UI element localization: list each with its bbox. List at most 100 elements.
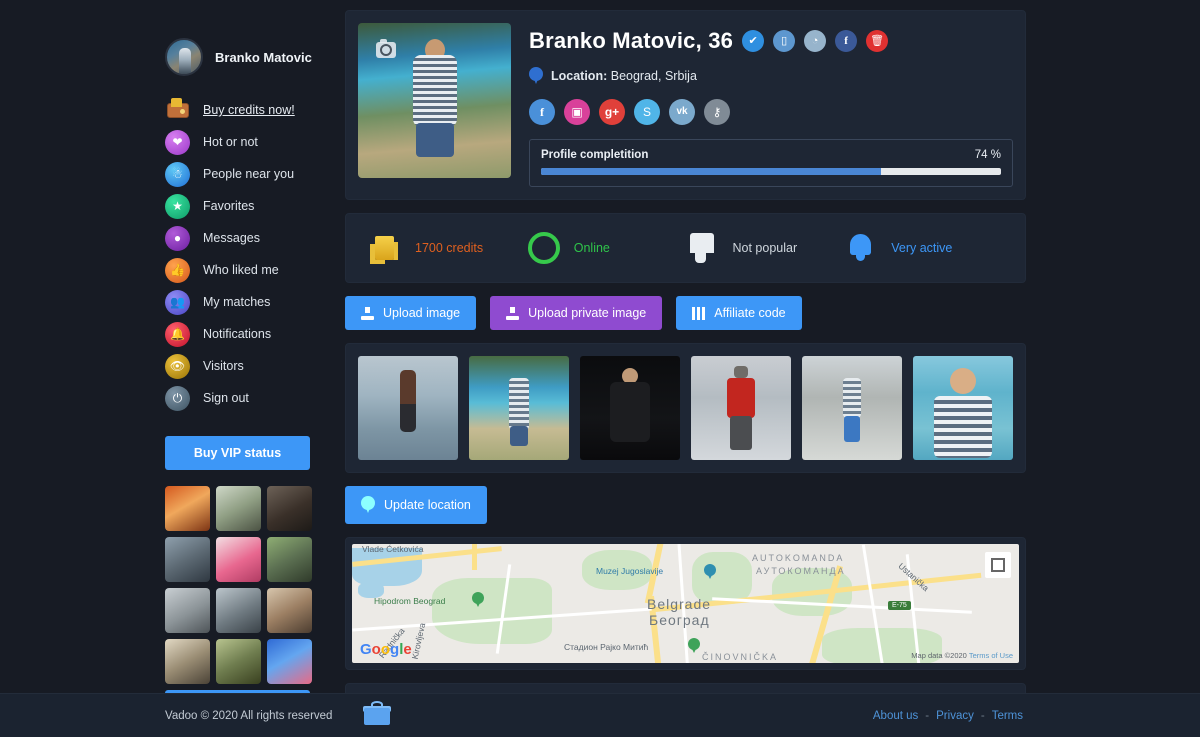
message-icon: ●: [165, 225, 190, 251]
sidebar-item-sign-out[interactable]: ⏻ Sign out: [165, 382, 340, 414]
profile-header-card: Branko Matovic, 36 ✔ ▯ ◔ f 🗑 Location: B…: [345, 10, 1026, 200]
gallery-photo-3[interactable]: [580, 356, 680, 460]
verified-badge[interactable]: ✔: [742, 30, 765, 52]
sidebar-item-label: Sign out: [203, 391, 249, 405]
camera-icon[interactable]: [376, 39, 396, 58]
affiliate-code-label: Affiliate code: [714, 306, 786, 320]
featured-thumbnail[interactable]: [216, 588, 261, 633]
private-key-link[interactable]: ⚷: [704, 99, 730, 125]
sidebar-item-label: My matches: [203, 295, 271, 309]
facebook-verified-badge[interactable]: f: [835, 30, 858, 52]
delete-profile-badge[interactable]: 🗑: [866, 30, 889, 52]
footer-separator: -: [980, 709, 985, 722]
bell-icon: [844, 231, 878, 265]
sidebar-item-visitors[interactable]: 👁 Visitors: [165, 350, 340, 382]
sidebar-item-label: Who liked me: [203, 263, 279, 277]
featured-thumbnail[interactable]: [267, 588, 312, 633]
profile-name-row: Branko Matovic, 36 ✔ ▯ ◔ f 🗑: [529, 28, 1013, 54]
location-row: Location: Beograd, Srbija: [529, 67, 1013, 85]
update-location-button[interactable]: Update location: [345, 486, 487, 524]
upload-icon: [361, 306, 374, 320]
map-marker-stadium[interactable]: [688, 638, 700, 653]
online-stat[interactable]: Online: [527, 231, 686, 265]
about-us-link[interactable]: About us: [873, 710, 918, 722]
vk-link[interactable]: vk: [669, 99, 695, 125]
online-face-icon: [527, 231, 561, 265]
fullscreen-icon[interactable]: [985, 552, 1011, 578]
featured-thumbnail[interactable]: [165, 486, 210, 531]
skype-link[interactable]: S: [634, 99, 660, 125]
popularity-stat[interactable]: Not popular: [686, 231, 845, 265]
map-marker-museum[interactable]: [704, 564, 716, 579]
credits-stat[interactable]: 1700 credits: [368, 231, 527, 265]
featured-thumbnail[interactable]: [216, 639, 261, 684]
sidebar-item-hot-or-not[interactable]: ❤ Hot or not: [165, 126, 340, 158]
location-text: Location: Beograd, Srbija: [551, 69, 697, 83]
map-label: ČINOVNIČKA: [702, 652, 779, 662]
facebook-link[interactable]: f: [529, 99, 555, 125]
location-pin-icon: [361, 496, 375, 514]
sidebar-item-notifications[interactable]: 🔔 Notifications: [165, 318, 340, 350]
featured-thumbnail-grid: [165, 486, 312, 684]
map-terms-link[interactable]: Terms of Use: [969, 651, 1013, 660]
location-map-card: Vlade Ćetkovića Hipodrom Beograd Muzej J…: [345, 537, 1026, 670]
gallery-photo-1[interactable]: [358, 356, 458, 460]
map-label: AUTOKOMANDA: [752, 553, 845, 563]
map[interactable]: Vlade Ćetkovića Hipodrom Beograd Muzej J…: [352, 544, 1019, 663]
photo-torso: [412, 55, 457, 127]
featured-thumbnail[interactable]: [267, 639, 312, 684]
gallery-photo-2[interactable]: [469, 356, 569, 460]
profile-completion-head: Profile completition 74 %: [541, 149, 1001, 161]
gallery-photo-5[interactable]: [802, 356, 902, 460]
sidebar-item-my-matches[interactable]: 👥 My matches: [165, 286, 340, 318]
featured-thumbnail[interactable]: [267, 537, 312, 582]
instagram-link[interactable]: ▣: [564, 99, 590, 125]
activity-stat[interactable]: Very active: [844, 231, 1003, 265]
phone-verified-badge[interactable]: ▯: [773, 30, 796, 52]
sidebar-item-people-near-you[interactable]: ☃ People near you: [165, 158, 340, 190]
terms-link[interactable]: Terms: [992, 710, 1023, 722]
photo-verified-badge[interactable]: ◔: [804, 30, 827, 52]
featured-thumbnail[interactable]: [165, 639, 210, 684]
app-root: Branko Matovic Buy credits now! ❤ Hot or…: [0, 0, 1200, 737]
upload-private-image-button[interactable]: Upload private image: [490, 296, 663, 330]
update-location-label: Update location: [384, 498, 471, 512]
buy-vip-status-button[interactable]: Buy VIP status: [165, 436, 310, 470]
sidebar-item-label: People near you: [203, 167, 295, 181]
footer-separator: -: [925, 709, 930, 722]
affiliate-icon: [692, 306, 706, 320]
featured-thumbnail[interactable]: [216, 486, 261, 531]
profile-completion-track: [541, 168, 1001, 175]
thumbs-up-icon: 👍: [165, 257, 190, 283]
map-marker-home[interactable]: [472, 592, 484, 607]
upload-image-button[interactable]: Upload image: [345, 296, 477, 330]
sidebar-item-who-liked-me[interactable]: 👍 Who liked me: [165, 254, 340, 286]
gift-icon: [363, 701, 391, 725]
gallery-photo-6[interactable]: [913, 356, 1013, 460]
sidebar: Branko Matovic Buy credits now! ❤ Hot or…: [0, 0, 340, 722]
sidebar-item-messages[interactable]: ● Messages: [165, 222, 340, 254]
location-value: Beograd, Srbija: [610, 69, 697, 83]
affiliate-code-button[interactable]: Affiliate code: [676, 296, 802, 330]
privacy-link[interactable]: Privacy: [936, 710, 974, 722]
featured-thumbnail[interactable]: [165, 588, 210, 633]
sidebar-item-label: Visitors: [203, 359, 244, 373]
sidebar-item-favorites[interactable]: ★ Favorites: [165, 190, 340, 222]
wallet-icon: [165, 97, 190, 123]
photo-legs: [415, 123, 454, 157]
google-plus-link[interactable]: g+: [599, 99, 625, 125]
map-label: Vlade Ćetkovića: [362, 544, 424, 554]
photo-gallery: [345, 343, 1026, 473]
location-label: Location:: [551, 69, 608, 83]
map-label: Ustanička: [896, 560, 931, 594]
featured-thumbnail[interactable]: [216, 537, 261, 582]
sidebar-item-buy-credits[interactable]: Buy credits now!: [165, 94, 340, 126]
map-label: Hipodrom Beograd: [374, 596, 446, 606]
body-area: Branko Matovic Buy credits now! ❤ Hot or…: [0, 0, 1200, 737]
gallery-photo-4[interactable]: [691, 356, 791, 460]
featured-thumbnail[interactable]: [267, 486, 312, 531]
coins-icon: [368, 231, 402, 265]
profile-photo[interactable]: [358, 23, 511, 178]
featured-thumbnail[interactable]: [165, 537, 210, 582]
sidebar-user[interactable]: Branko Matovic: [165, 38, 340, 76]
